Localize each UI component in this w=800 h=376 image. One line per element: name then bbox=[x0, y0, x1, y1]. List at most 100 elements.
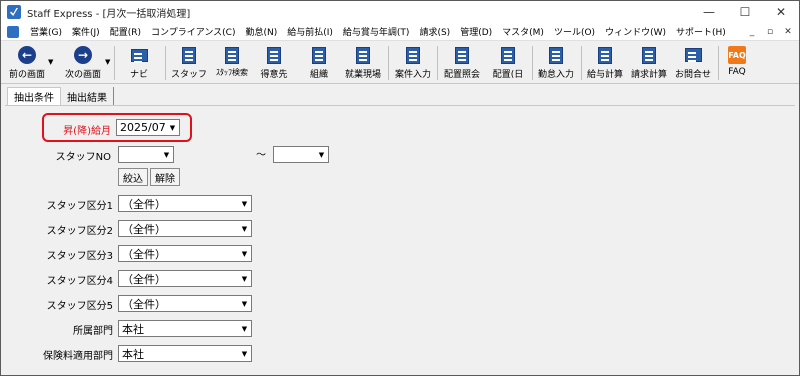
department-select[interactable]: 本社 ▼ bbox=[118, 320, 252, 337]
toolbar-inquiry-button[interactable]: お問合せ bbox=[671, 43, 715, 83]
tab-extract-conditions[interactable]: 抽出条件 bbox=[7, 87, 61, 105]
toolbar-attendance-entry-button[interactable]: 勤怠入力 bbox=[534, 43, 578, 83]
toolbar-separator bbox=[532, 46, 533, 80]
toolbar-project-entry-button[interactable]: 案件入力 bbox=[391, 43, 435, 83]
chevron-down-icon: ▼ bbox=[241, 249, 248, 258]
staff-no-range-separator: ～ bbox=[256, 150, 266, 161]
chevron-down-icon: ▼ bbox=[241, 199, 248, 208]
staff-icon bbox=[180, 46, 198, 64]
toolbar-separator bbox=[437, 46, 438, 80]
menu-sales[interactable]: 営業(G) bbox=[25, 25, 67, 38]
chevron-down-icon: ▼ bbox=[241, 299, 248, 308]
staff-category-3-select[interactable]: （全件） ▼ bbox=[118, 245, 252, 262]
staff-category-1-label: スタッフ区分1 bbox=[46, 201, 113, 212]
toolbar-separator bbox=[165, 46, 166, 80]
assignment-daily-icon bbox=[499, 46, 517, 64]
staff-no-from-select[interactable]: ▼ bbox=[118, 146, 174, 163]
close-button[interactable]: ✕ bbox=[763, 1, 799, 23]
organization-icon bbox=[310, 46, 328, 64]
document-icon[interactable] bbox=[7, 25, 19, 38]
department-label: 所属部門 bbox=[73, 326, 113, 337]
mdi-restore-button[interactable]: ▫ bbox=[763, 25, 777, 39]
app-logo-icon bbox=[7, 5, 21, 19]
chevron-down-icon: ▼ bbox=[241, 349, 248, 358]
insurance-department-select[interactable]: 本社 ▼ bbox=[118, 345, 252, 362]
chevron-down-icon: ▼ bbox=[318, 150, 325, 159]
mdi-close-button[interactable]: ✕ bbox=[781, 25, 795, 39]
staff-search-icon bbox=[223, 46, 241, 64]
pay-month-select[interactable]: 2025/07 ▼ bbox=[116, 119, 180, 136]
app-window: Staff Express - [月次一括取消処理] — ☐ ✕ 営業(G) 案… bbox=[0, 0, 800, 376]
minimize-button[interactable]: — bbox=[691, 1, 727, 23]
menu-billing[interactable]: 請求(S) bbox=[414, 25, 455, 38]
toolbar-billing-calc-button[interactable]: 請求計算 bbox=[627, 43, 671, 83]
title-bar: Staff Express - [月次一括取消処理] — ☐ ✕ bbox=[1, 1, 799, 23]
toolbar-customer-button[interactable]: 得意先 bbox=[256, 43, 292, 83]
menu-master[interactable]: マスタ(M) bbox=[497, 25, 549, 38]
toolbar-organization-button[interactable]: 組織 bbox=[301, 43, 337, 83]
chevron-down-icon: ▼ bbox=[241, 324, 248, 333]
staff-category-4-label: スタッフ区分4 bbox=[46, 276, 113, 287]
menu-bar: 営業(G) 案件(J) 配置(R) コンプライアンス(C) 勤怠(N) 給与前払… bbox=[1, 23, 799, 41]
pay-month-label: 昇(降)給月 bbox=[63, 126, 111, 137]
toolbar-forward-button[interactable]: → 次の画面 bbox=[57, 43, 109, 83]
menu-tools[interactable]: ツール(O) bbox=[549, 25, 600, 38]
insurance-department-label: 保険料適用部門 bbox=[43, 351, 113, 362]
tab-extract-results[interactable]: 抽出結果 bbox=[61, 87, 114, 105]
filter-button[interactable]: 絞込 bbox=[118, 168, 148, 186]
menu-salary-advance[interactable]: 給与前払(I) bbox=[282, 25, 338, 38]
worksite-icon bbox=[354, 46, 372, 64]
assignment-inquiry-icon bbox=[453, 46, 471, 64]
toolbar-separator bbox=[114, 46, 115, 80]
toolbar-staff-button[interactable]: スタッフ bbox=[171, 43, 207, 83]
forward-arrow-icon: → bbox=[74, 46, 92, 64]
staff-category-5-select[interactable]: （全件） ▼ bbox=[118, 295, 252, 312]
menu-support[interactable]: サポート(H) bbox=[671, 25, 731, 38]
staff-category-1-select[interactable]: （全件） ▼ bbox=[118, 195, 252, 212]
staff-category-5-label: スタッフ区分5 bbox=[46, 301, 113, 312]
payroll-calc-icon bbox=[596, 46, 614, 64]
toolbar-navi-button[interactable]: ナビ bbox=[121, 43, 157, 83]
staff-no-to-select[interactable]: ▼ bbox=[273, 146, 329, 163]
forward-dropdown-arrow-icon[interactable]: ▼ bbox=[105, 58, 110, 66]
toolbar-assignment-daily-button[interactable]: 配置(日 bbox=[486, 43, 530, 83]
menu-window[interactable]: ウィンドウ(W) bbox=[600, 25, 671, 38]
mdi-minimize-button[interactable]: _ bbox=[745, 25, 759, 39]
chevron-down-icon: ▼ bbox=[241, 274, 248, 283]
toolbar-separator bbox=[581, 46, 582, 80]
menu-projects[interactable]: 案件(J) bbox=[67, 25, 105, 38]
tab-strip: 抽出条件 抽出結果 bbox=[1, 85, 799, 105]
staff-no-label: スタッフNO bbox=[55, 152, 111, 163]
toolbar-staff-search-button[interactable]: ｽﾀｯﾌ検索 bbox=[210, 43, 254, 83]
navi-icon bbox=[130, 46, 148, 64]
chevron-down-icon: ▼ bbox=[241, 224, 248, 233]
chevron-down-icon: ▼ bbox=[169, 123, 176, 132]
toolbar-faq-button[interactable]: FAQ FAQ bbox=[721, 43, 753, 83]
staff-category-3-label: スタッフ区分3 bbox=[46, 251, 113, 262]
back-arrow-icon: ← bbox=[18, 46, 36, 64]
staff-category-2-select[interactable]: （全件） ▼ bbox=[118, 220, 252, 237]
toolbar: ← 前の画面 ▼ → 次の画面 ▼ ナビ スタッフ ｽﾀｯﾌ検索 得意先 組織 bbox=[1, 42, 799, 84]
toolbar-payroll-calc-button[interactable]: 給与計算 bbox=[583, 43, 627, 83]
project-entry-icon bbox=[404, 46, 422, 64]
billing-calc-icon bbox=[640, 46, 658, 64]
clear-button[interactable]: 解除 bbox=[150, 168, 180, 186]
menu-attendance[interactable]: 勤怠(N) bbox=[240, 25, 282, 38]
staff-category-4-select[interactable]: （全件） ▼ bbox=[118, 270, 252, 287]
toolbar-assignment-inquiry-button[interactable]: 配置照会 bbox=[440, 43, 484, 83]
faq-icon: FAQ bbox=[728, 46, 746, 64]
attendance-entry-icon bbox=[547, 46, 565, 64]
extract-conditions-panel: 昇(降)給月 2025/07 ▼ スタッフNO ▼ ～ ▼ 絞込 解除 スタッフ… bbox=[5, 105, 795, 375]
toolbar-separator bbox=[388, 46, 389, 80]
menu-compliance[interactable]: コンプライアンス(C) bbox=[146, 25, 241, 38]
window-title: Staff Express - [月次一括取消処理] bbox=[27, 8, 191, 20]
back-dropdown-arrow-icon[interactable]: ▼ bbox=[48, 58, 53, 66]
menu-admin[interactable]: 管理(D) bbox=[455, 25, 497, 38]
maximize-button[interactable]: ☐ bbox=[727, 1, 763, 23]
toolbar-worksite-button[interactable]: 就業現場 bbox=[341, 43, 385, 83]
staff-category-2-label: スタッフ区分2 bbox=[46, 226, 113, 237]
menu-payroll-bonus[interactable]: 給与賞与年調(T) bbox=[338, 25, 415, 38]
window-controls: — ☐ ✕ bbox=[691, 1, 799, 23]
menu-assignment[interactable]: 配置(R) bbox=[105, 25, 146, 38]
toolbar-back-button[interactable]: ← 前の画面 bbox=[3, 43, 51, 83]
